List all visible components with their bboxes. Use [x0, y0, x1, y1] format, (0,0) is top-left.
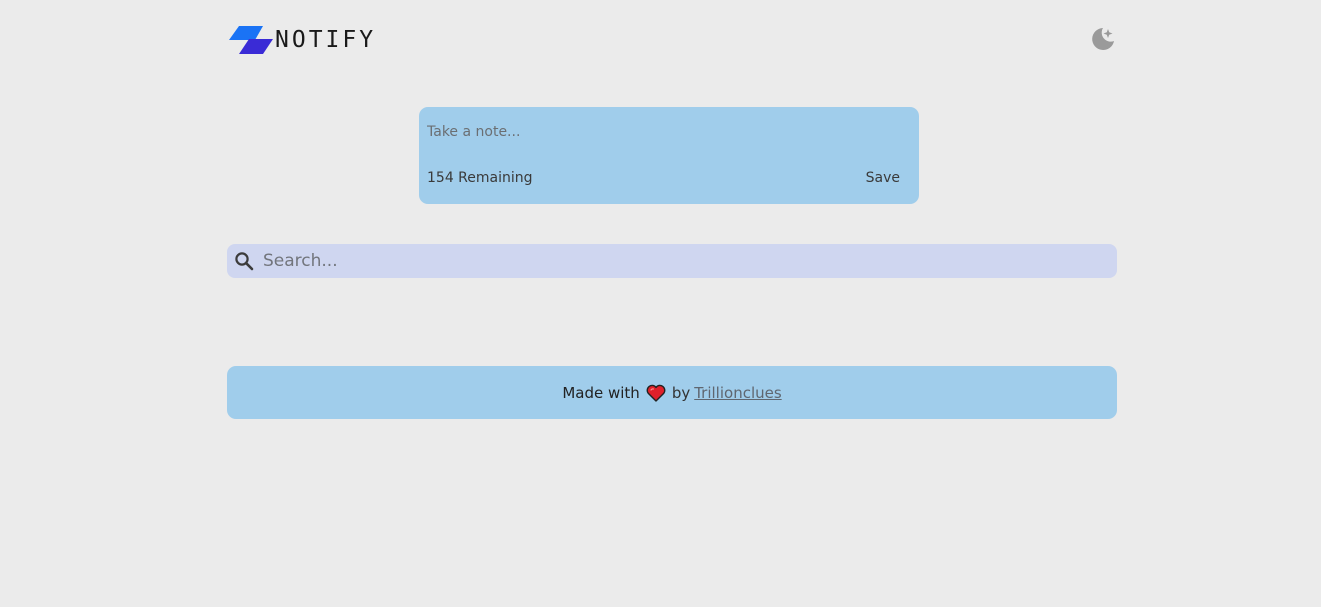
footer: Made with by Trillionclues [227, 366, 1117, 419]
save-button[interactable]: Save [866, 168, 900, 188]
remaining-count: 154 Remaining [427, 170, 533, 186]
moon-sparkle-icon [1092, 28, 1114, 50]
header: NOTIFY [227, 20, 1117, 60]
search-input[interactable] [263, 248, 1103, 274]
author-link[interactable]: Trillionclues [694, 384, 781, 402]
note-card: 154 Remaining Save [419, 107, 919, 204]
logo[interactable]: NOTIFY [227, 20, 376, 60]
search-icon [234, 251, 254, 271]
footer-made-with: Made with [562, 383, 640, 402]
note-input[interactable] [427, 119, 907, 145]
logo-icon [227, 22, 275, 58]
search-bar [227, 244, 1117, 278]
app-title: NOTIFY [275, 27, 377, 53]
heart-icon [646, 384, 666, 402]
footer-by: by [671, 383, 691, 402]
app-page: NOTIFY 154 Remaining Save Made with [0, 0, 1321, 607]
theme-toggle-button[interactable] [1087, 24, 1117, 54]
